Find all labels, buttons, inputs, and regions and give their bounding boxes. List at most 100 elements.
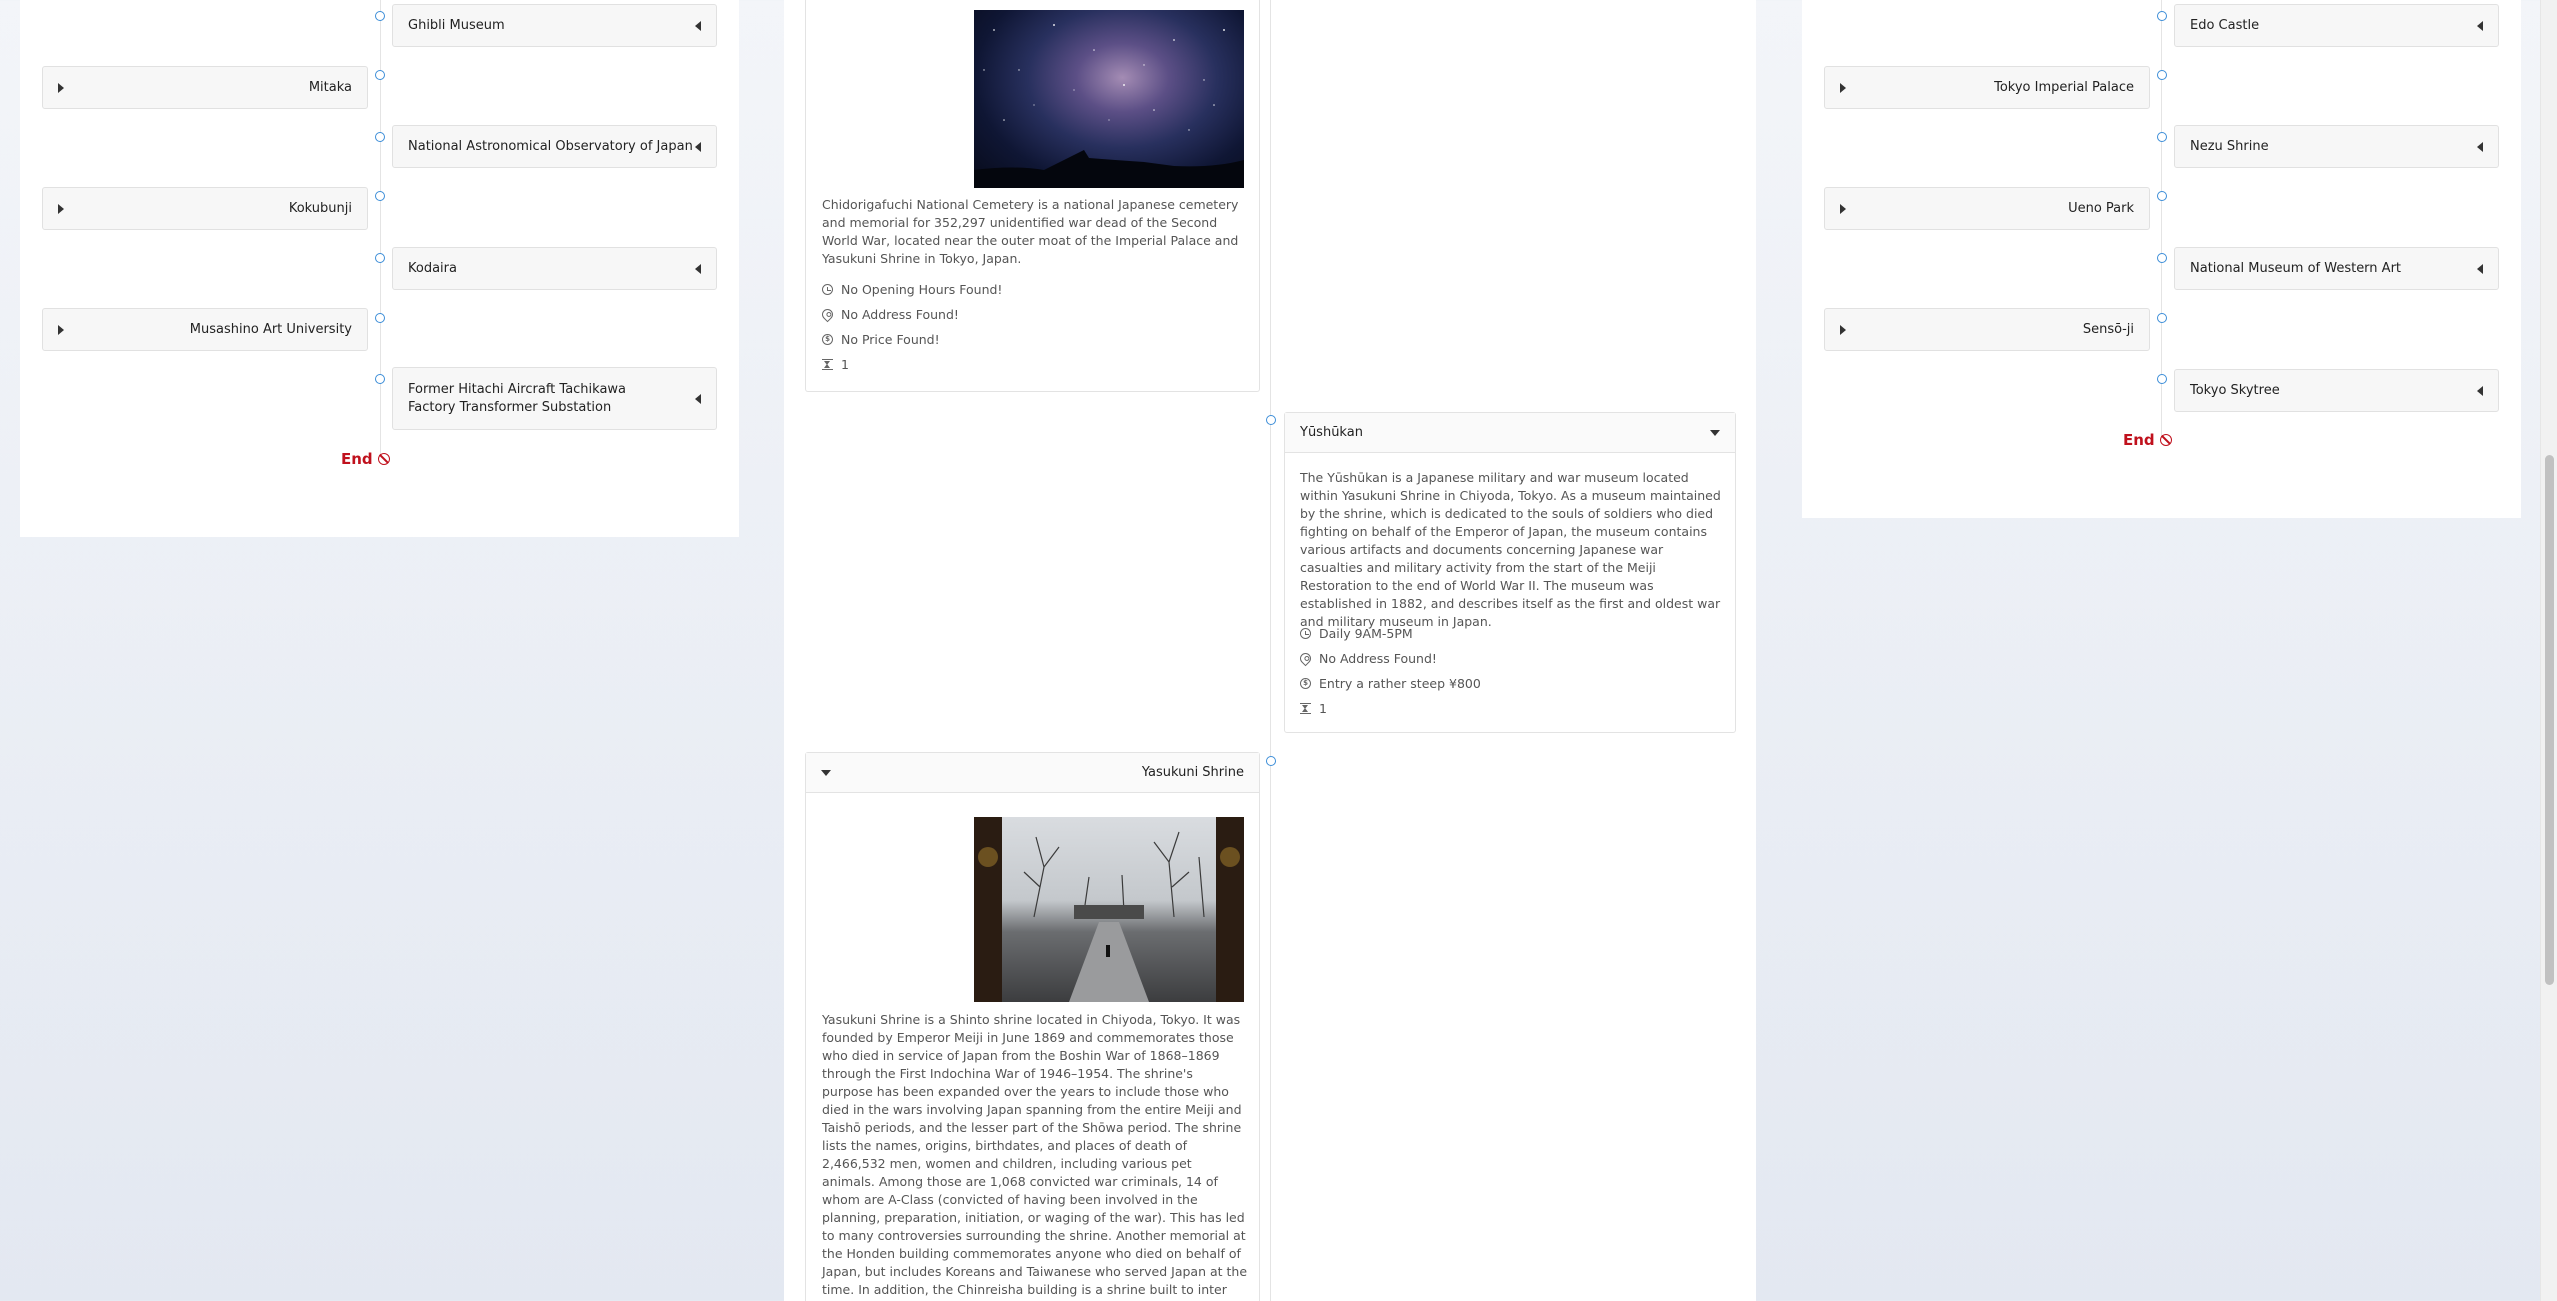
dollar-icon: $ [822, 334, 833, 345]
no-entry-icon [377, 453, 390, 465]
stop-label: Former Hitachi Aircraft Tachikawa Factor… [408, 381, 627, 415]
timeline-node [375, 132, 385, 142]
opening-hours-text: Daily 9AM-5PM [1319, 626, 1413, 641]
timeline-line [1270, 0, 1271, 1301]
timeline-node [375, 11, 385, 21]
timeline-node [2157, 11, 2167, 21]
scrollbar-thumb[interactable] [2545, 455, 2554, 985]
page-scrollbar[interactable] [2540, 0, 2557, 1301]
milky-way-photo [974, 10, 1244, 188]
timeline-node [2157, 132, 2167, 142]
expand-arrow-icon[interactable] [58, 82, 64, 93]
expand-arrow-icon[interactable] [2477, 141, 2483, 152]
timeline-node [2157, 191, 2167, 201]
timeline-node [375, 313, 385, 323]
stop-label: Mitaka [308, 80, 352, 95]
map-pin-icon [819, 306, 836, 323]
expand-arrow-icon[interactable] [1840, 203, 1846, 214]
stop-label: Tokyo Skytree [2190, 383, 2280, 398]
expand-arrow-icon[interactable] [695, 20, 701, 31]
end-marker: End [2123, 431, 2172, 449]
expand-arrow-icon[interactable] [2477, 263, 2483, 274]
stop-label: Nezu Shrine [2190, 139, 2269, 154]
stop-card-skytree[interactable]: Tokyo Skytree [2174, 369, 2499, 412]
expand-arrow-icon[interactable] [1840, 324, 1846, 335]
stop-card-musashino[interactable]: Musashino Art University [42, 308, 368, 351]
timeline-node [1266, 415, 1276, 425]
timeline-node [375, 70, 385, 80]
end-marker: End [341, 450, 390, 468]
stop-card-naoj[interactable]: National Astronomical Observatory of Jap… [392, 125, 717, 168]
expand-arrow-icon[interactable] [58, 203, 64, 214]
stop-label: Musashino Art University [189, 322, 352, 337]
map-pin-icon [1297, 650, 1314, 667]
stop-card-imperial-palace[interactable]: Tokyo Imperial Palace [1824, 66, 2150, 109]
stop-label: Kokubunji [288, 201, 352, 216]
duration-row: 1 [822, 352, 1002, 377]
expand-arrow-icon[interactable] [1840, 82, 1846, 93]
timeline-node [1266, 756, 1276, 766]
hourglass-icon [822, 359, 833, 370]
stop-detail-yushukan: Yūshūkan The Yūshūkan is a Japanese mili… [1284, 412, 1736, 733]
stop-description: The Yūshūkan is a Japanese military and … [1300, 470, 1721, 629]
stop-label: National Museum of Western Art [2190, 261, 2402, 276]
opening-hours-row: No Opening Hours Found! [822, 277, 1002, 302]
stop-card-western-art[interactable]: National Museum of Western Art [2174, 247, 2499, 290]
address-row: No Address Found! [1297, 646, 1481, 671]
expand-arrow-icon[interactable] [695, 263, 701, 274]
address-text: No Address Found! [841, 307, 959, 322]
collapse-arrow-icon[interactable] [1710, 429, 1720, 436]
stop-card-nezu-shrine[interactable]: Nezu Shrine [2174, 125, 2499, 168]
dollar-icon: $ [1300, 678, 1311, 689]
expand-arrow-icon[interactable] [58, 324, 64, 335]
stop-header[interactable]: Yasukuni Shrine [806, 753, 1259, 793]
price-text: No Price Found! [841, 332, 940, 347]
duration-text: 1 [1319, 701, 1327, 716]
stop-card-mitaka[interactable]: Mitaka [42, 66, 368, 109]
stop-card-sensoji[interactable]: Sensō-ji [1824, 308, 2150, 351]
clock-icon [822, 284, 833, 295]
hourglass-icon [1300, 703, 1311, 714]
stop-label: Edo Castle [2190, 18, 2260, 33]
clock-icon [1300, 628, 1311, 639]
stop-title: Yūshūkan [1300, 425, 1363, 440]
stop-detail-chidorigafuchi: Chidorigafuchi National Cemetery is a na… [805, 0, 1260, 392]
address-row: No Address Found! [819, 302, 1002, 327]
price-text: Entry a rather steep ¥800 [1319, 676, 1481, 691]
stop-label: Kodaira [408, 261, 457, 276]
stop-label: Ueno Park [2068, 201, 2134, 216]
stop-card-hitachi[interactable]: Former Hitachi Aircraft Tachikawa Factor… [392, 367, 717, 430]
end-label: End [341, 450, 373, 468]
stop-title: Yasukuni Shrine [1141, 765, 1244, 780]
timeline-line [2161, 0, 2162, 436]
stop-card-kokubunji[interactable]: Kokubunji [42, 187, 368, 230]
stop-card-kodaira[interactable]: Kodaira [392, 247, 717, 290]
end-label: End [2123, 431, 2155, 449]
stop-card-ueno-park[interactable]: Ueno Park [1824, 187, 2150, 230]
stop-description: Chidorigafuchi National Cemetery is a na… [822, 197, 1239, 266]
timeline-node [375, 191, 385, 201]
opening-hours-text: No Opening Hours Found! [841, 282, 1003, 297]
collapse-arrow-icon[interactable] [821, 769, 831, 776]
opening-hours-row: Daily 9AM-5PM [1300, 621, 1481, 646]
stop-label: Tokyo Imperial Palace [1994, 80, 2134, 95]
stop-card-edo-castle[interactable]: Edo Castle [2174, 4, 2499, 47]
stop-label: Ghibli Museum [408, 18, 505, 33]
timeline-node [2157, 70, 2167, 80]
stop-label: Sensō-ji [2082, 322, 2134, 337]
expand-arrow-icon[interactable] [695, 393, 701, 404]
no-entry-icon [2159, 434, 2172, 446]
stop-card-ghibli-museum[interactable]: Ghibli Museum [392, 4, 717, 47]
stop-detail-yasukuni: Yasukuni Shrine Yasukuni Shrine is a Shi… [805, 752, 1260, 1301]
duration-text: 1 [841, 357, 849, 372]
stop-header[interactable]: Yūshūkan [1285, 413, 1735, 453]
expand-arrow-icon[interactable] [2477, 385, 2483, 396]
stop-label: National Astronomical Observatory of Jap… [408, 139, 693, 154]
timeline-node [2157, 253, 2167, 263]
timeline-node [375, 253, 385, 263]
expand-arrow-icon[interactable] [2477, 20, 2483, 31]
timeline-line [380, 0, 381, 455]
expand-arrow-icon[interactable] [695, 141, 701, 152]
shrine-gate-photo [974, 817, 1244, 1002]
stop-description: Yasukuni Shrine is a Shinto shrine locat… [822, 1012, 1248, 1301]
